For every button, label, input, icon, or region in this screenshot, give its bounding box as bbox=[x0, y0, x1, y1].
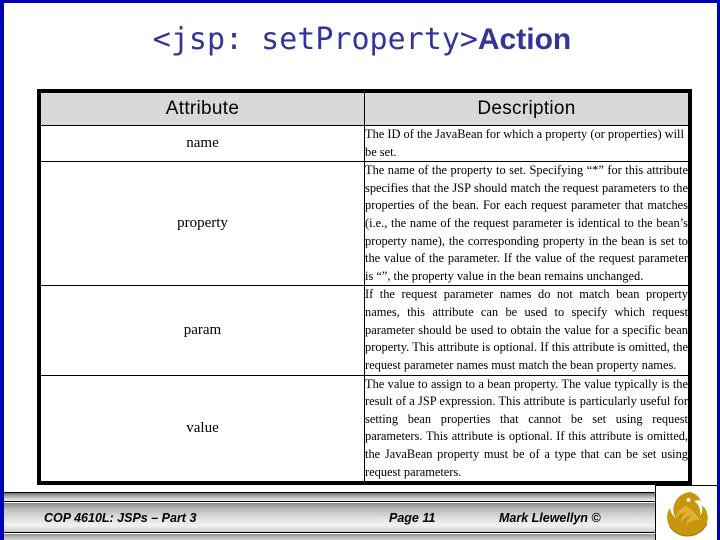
attribute-value-cell: value bbox=[40, 374, 365, 483]
footer-bottom-strip bbox=[4, 534, 717, 540]
table-body: name The ID of the JavaBean for which a … bbox=[40, 124, 689, 483]
logo-container bbox=[655, 485, 717, 540]
table-row: property The name of the property to set… bbox=[40, 161, 689, 287]
attribute-param-cell: param bbox=[40, 285, 365, 376]
column-header-description: Description bbox=[364, 92, 689, 126]
attribute-property-cell: property bbox=[40, 161, 365, 287]
description-value-cell: The value to assign to a bean property. … bbox=[364, 374, 689, 483]
ucf-pegasus-logo-icon bbox=[667, 492, 708, 537]
footer-top-strip bbox=[4, 492, 717, 502]
table-header: Attribute Description bbox=[40, 92, 689, 126]
table-row: name The ID of the JavaBean for which a … bbox=[40, 124, 689, 163]
slide-footer: COP 4610L: JSPs – Part 3 Page 11 Mark Ll… bbox=[4, 492, 717, 540]
footer-author-label: Mark Llewellyn © bbox=[499, 511, 601, 525]
attributes-table-container: Attribute Description name The ID of the… bbox=[37, 89, 692, 486]
title-action-text: Action bbox=[477, 23, 572, 56]
title-code-text: <jsp: setProperty> bbox=[152, 22, 478, 57]
table-row: value The value to assign to a bean prop… bbox=[40, 374, 689, 483]
description-name-cell: The ID of the JavaBean for which a prope… bbox=[364, 124, 689, 163]
page-title: <jsp: setProperty>Action bbox=[4, 22, 717, 57]
table-row: param If the request parameter names do … bbox=[40, 285, 689, 376]
footer-page-number: Page 11 bbox=[389, 511, 436, 525]
attributes-table: Attribute Description name The ID of the… bbox=[40, 92, 689, 483]
description-property-cell: The name of the property to set. Specify… bbox=[364, 161, 689, 287]
footer-course-label: COP 4610L: JSPs – Part 3 bbox=[44, 511, 197, 525]
column-header-attribute: Attribute bbox=[40, 92, 365, 126]
slide-canvas: <jsp: setProperty>Action Attribute Descr… bbox=[0, 0, 720, 540]
table-header-row: Attribute Description bbox=[40, 92, 689, 126]
description-param-cell: If the request parameter names do not ma… bbox=[364, 285, 689, 376]
footer-bar: COP 4610L: JSPs – Part 3 Page 11 Mark Ll… bbox=[4, 503, 717, 533]
attribute-name-cell: name bbox=[40, 124, 365, 163]
